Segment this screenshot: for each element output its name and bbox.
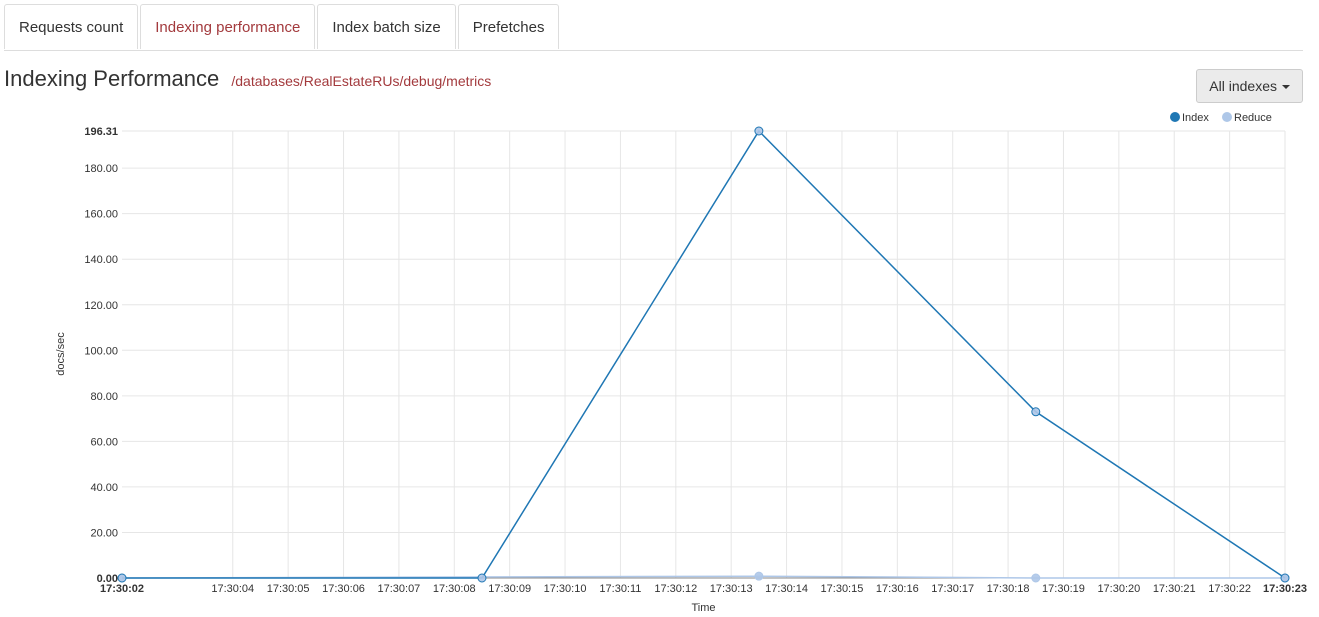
x-tick-label: 17:30:09 xyxy=(488,583,531,595)
indexing-performance-chart: 0.0020.0040.0060.0080.00100.00120.00140.… xyxy=(55,112,1307,614)
x-tick-label: 17:30:11 xyxy=(599,583,641,595)
x-tick-label: 17:30:22 xyxy=(1208,583,1251,595)
y-tick-label: 196.31 xyxy=(84,126,118,138)
data-point-index[interactable] xyxy=(1031,407,1041,417)
y-tick-label: 20.00 xyxy=(90,527,118,539)
x-tick-label: 17:30:07 xyxy=(377,583,420,595)
y-tick-label: 140.00 xyxy=(84,254,118,266)
data-point-index[interactable] xyxy=(1280,573,1290,583)
x-tick-label: 17:30:08 xyxy=(433,583,476,595)
x-tick-label: 17:30:04 xyxy=(211,583,254,595)
x-tick-label: 17:30:05 xyxy=(267,583,310,595)
x-tick-label: 17:30:06 xyxy=(322,583,365,595)
x-tick-label: 17:30:20 xyxy=(1097,583,1140,595)
x-tick-label: 17:30:21 xyxy=(1153,583,1196,595)
data-point-index[interactable] xyxy=(477,573,487,583)
y-tick-label: 80.00 xyxy=(90,391,118,403)
y-tick-label: 180.00 xyxy=(84,163,118,175)
x-tick-label: 17:30:15 xyxy=(821,583,864,595)
y-axis-label: docs/sec xyxy=(55,332,67,376)
legend-reduce-label[interactable]: Reduce xyxy=(1234,112,1272,124)
data-point-index[interactable] xyxy=(754,126,764,136)
x-tick-label: 17:30:12 xyxy=(654,583,697,595)
x-tick-label: 17:30:10 xyxy=(544,583,587,595)
x-tick-label: 17:30:19 xyxy=(1042,583,1085,595)
y-tick-label: 160.00 xyxy=(84,209,118,221)
y-tick-label: 120.00 xyxy=(84,300,118,312)
x-tick-label: 17:30:18 xyxy=(987,583,1030,595)
chart-series xyxy=(117,126,1290,583)
x-axis-label: Time xyxy=(691,602,715,614)
chart-legend: Index Reduce xyxy=(1170,112,1272,124)
x-tick-label: 17:30:02 xyxy=(100,583,144,595)
series-line-index xyxy=(122,129,1286,579)
y-tick-label: 40.00 xyxy=(90,482,118,494)
y-tick-label: 100.00 xyxy=(84,345,118,357)
legend-reduce-marker[interactable] xyxy=(1222,112,1232,122)
legend-index-marker[interactable] xyxy=(1170,112,1180,122)
data-point-index[interactable] xyxy=(117,573,127,583)
x-tick-label: 17:30:14 xyxy=(765,583,808,595)
data-point-reduce[interactable] xyxy=(1031,573,1041,583)
x-tick-label: 17:30:13 xyxy=(710,583,753,595)
chart-grid xyxy=(122,130,1286,579)
x-tick-label: 17:30:17 xyxy=(931,583,974,595)
x-tick-label: 17:30:23 xyxy=(1263,583,1307,595)
y-tick-label: 60.00 xyxy=(90,436,118,448)
legend-index-label[interactable]: Index xyxy=(1182,112,1209,124)
data-point-reduce[interactable] xyxy=(754,571,764,581)
chart-axes: 0.0020.0040.0060.0080.00100.00120.00140.… xyxy=(84,126,1307,595)
x-tick-label: 17:30:16 xyxy=(876,583,919,595)
